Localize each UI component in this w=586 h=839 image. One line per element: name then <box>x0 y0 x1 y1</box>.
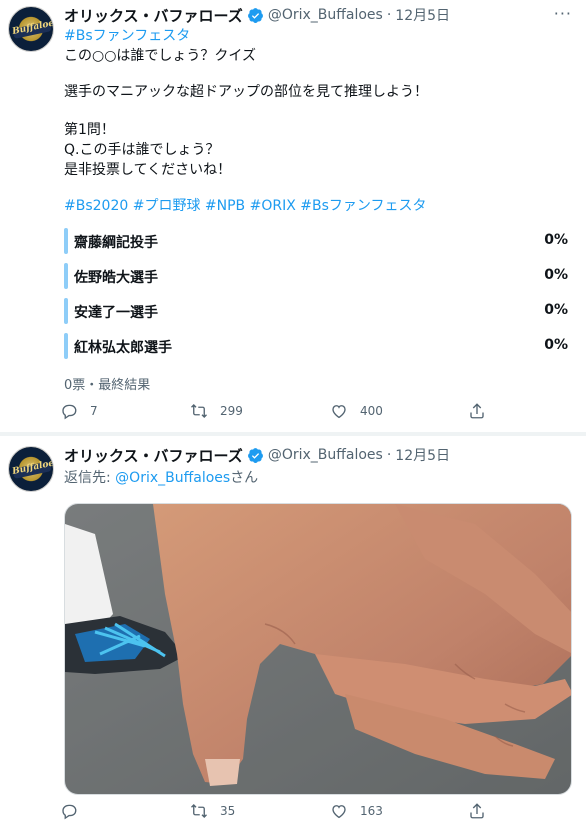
reply-count: 7 <box>90 404 98 418</box>
retweet-count: 299 <box>220 404 243 418</box>
hashtag-line[interactable]: #Bsファンフェスタ <box>64 26 190 46</box>
poll-bar <box>64 333 68 359</box>
separator-dot: · <box>386 447 392 463</box>
retweet-icon <box>191 404 207 418</box>
poll-option: 佐野皓大選手 0% <box>64 263 574 289</box>
like-count: 163 <box>360 804 383 818</box>
poll-bar <box>64 298 68 324</box>
tweet-header: オリックス・バファローズ @Orix_Buffaloes · 12月5日 <box>64 444 450 466</box>
verified-badge-icon <box>247 7 263 23</box>
poll-option: 齋藤綱記投手 0% <box>64 228 574 254</box>
poll-option-percent: 0% <box>544 232 568 248</box>
retweet-count: 35 <box>220 804 236 818</box>
hashtags-line[interactable]: #Bs2020 #プロ野球 #NPB #ORIX #Bsファンフェスタ <box>64 196 426 216</box>
poll: 齋藤綱記投手 0% 佐野皓大選手 0% 安達了一選手 0% 紅林弘太郎選手 0% <box>64 228 574 368</box>
share-icon <box>470 403 484 419</box>
reply-button[interactable] <box>60 800 90 822</box>
author-name[interactable]: オリックス・バファローズ <box>64 5 243 26</box>
tweet-text-line: 是非投票してくださいね！ <box>64 162 232 178</box>
tweet-photo[interactable] <box>64 503 572 795</box>
author-handle[interactable]: @Orix_Buffaloes <box>268 7 383 23</box>
avatar[interactable]: Buffaloes <box>8 446 54 492</box>
tweet-actions: 35 163 <box>60 800 500 822</box>
tweet-text-line: 選手のマニアックな超ドアップの部位を見て推理しよう！ <box>64 84 428 100</box>
like-count: 400 <box>360 404 383 418</box>
reply-to-handle[interactable]: @Orix_Buffaloes <box>115 470 230 486</box>
poll-bar <box>64 228 68 254</box>
separator-dot: · <box>386 7 392 23</box>
tweet-poll[interactable]: Buffaloes オリックス・バファローズ @Orix_Buffaloes ·… <box>0 0 586 432</box>
share-icon <box>470 803 484 819</box>
retweet-button[interactable]: 299 <box>190 400 243 422</box>
avatar[interactable]: Buffaloes <box>8 6 54 52</box>
poll-option-percent: 0% <box>544 337 568 353</box>
verified-badge-icon <box>247 447 263 463</box>
poll-option-label: 安達了一選手 <box>74 305 158 321</box>
reply-to-prefix: 返信先: <box>64 470 116 486</box>
share-button[interactable] <box>468 800 498 822</box>
like-icon <box>332 805 346 819</box>
poll-bar <box>64 263 68 289</box>
poll-option-label: 佐野皓大選手 <box>74 270 158 286</box>
tweet-text-line: Q.この手は誰でしょう？ <box>64 142 220 158</box>
like-icon <box>332 405 346 419</box>
tweet-date[interactable]: 12月5日 <box>395 445 450 465</box>
author-name[interactable]: オリックス・バファローズ <box>64 445 243 466</box>
tweet-text-line: この○○は誰でしょう？クイズ <box>64 48 257 64</box>
poll-option: 紅林弘太郎選手 0% <box>64 333 574 359</box>
poll-option-percent: 0% <box>544 267 568 283</box>
tweet-text-line: 第1問！ <box>64 122 115 138</box>
tweet-actions: 7 299 400 <box>60 400 500 422</box>
poll-option: 安達了一選手 0% <box>64 298 574 324</box>
more-icon[interactable]: ··· <box>554 4 572 23</box>
poll-summary: 0票・最終結果 <box>64 378 151 393</box>
share-button[interactable] <box>468 400 498 422</box>
poll-option-label: 紅林弘太郎選手 <box>74 340 172 356</box>
retweet-icon <box>191 804 207 818</box>
retweet-button[interactable]: 35 <box>190 800 235 822</box>
reply-icon <box>62 804 77 820</box>
hand-photo-illustration <box>65 504 571 794</box>
poll-option-percent: 0% <box>544 302 568 318</box>
reply-to-line: 返信先: @Orix_Buffaloesさん <box>64 468 258 488</box>
reply-to-suffix: さん <box>230 470 259 486</box>
tweet-reply[interactable]: Buffaloes オリックス・バファローズ @Orix_Buffaloes ·… <box>0 436 586 839</box>
like-button[interactable]: 400 <box>330 400 383 422</box>
tweet-header: オリックス・バファローズ @Orix_Buffaloes · 12月5日 <box>64 4 450 26</box>
like-button[interactable]: 163 <box>330 800 383 822</box>
reply-button[interactable]: 7 <box>60 400 98 422</box>
author-handle[interactable]: @Orix_Buffaloes <box>268 447 383 463</box>
poll-option-label: 齋藤綱記投手 <box>74 235 158 251</box>
tweet-date[interactable]: 12月5日 <box>395 5 450 25</box>
reply-icon <box>62 404 77 420</box>
